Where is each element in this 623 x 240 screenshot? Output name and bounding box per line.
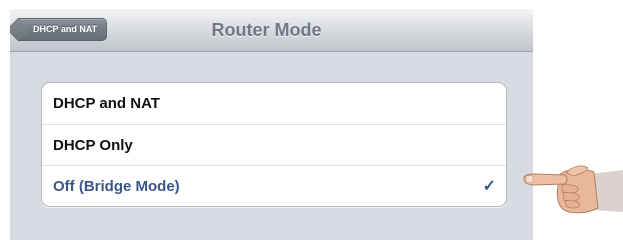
option-off-bridge-mode[interactable]: Off (Bridge Mode) ✓	[42, 165, 506, 206]
back-button-label: DHCP and NAT	[33, 24, 98, 34]
option-label: Off (Bridge Mode)	[53, 178, 180, 195]
option-dhcp-only[interactable]: DHCP Only	[42, 124, 506, 165]
checkmark-icon: ✓	[482, 178, 496, 195]
stage: DHCP and NAT Router Mode DHCP and NAT DH…	[0, 0, 623, 240]
option-label: DHCP and NAT	[53, 95, 160, 112]
ipad-screen: DHCP and NAT Router Mode DHCP and NAT DH…	[10, 9, 533, 240]
router-mode-options: DHCP and NAT DHCP Only Off (Bridge Mode)…	[41, 82, 507, 207]
option-dhcp-and-nat[interactable]: DHCP and NAT	[42, 83, 506, 124]
option-label: DHCP Only	[53, 137, 133, 154]
navigation-bar: DHCP and NAT Router Mode	[10, 9, 533, 52]
pointing-hand-icon	[523, 165, 623, 214]
